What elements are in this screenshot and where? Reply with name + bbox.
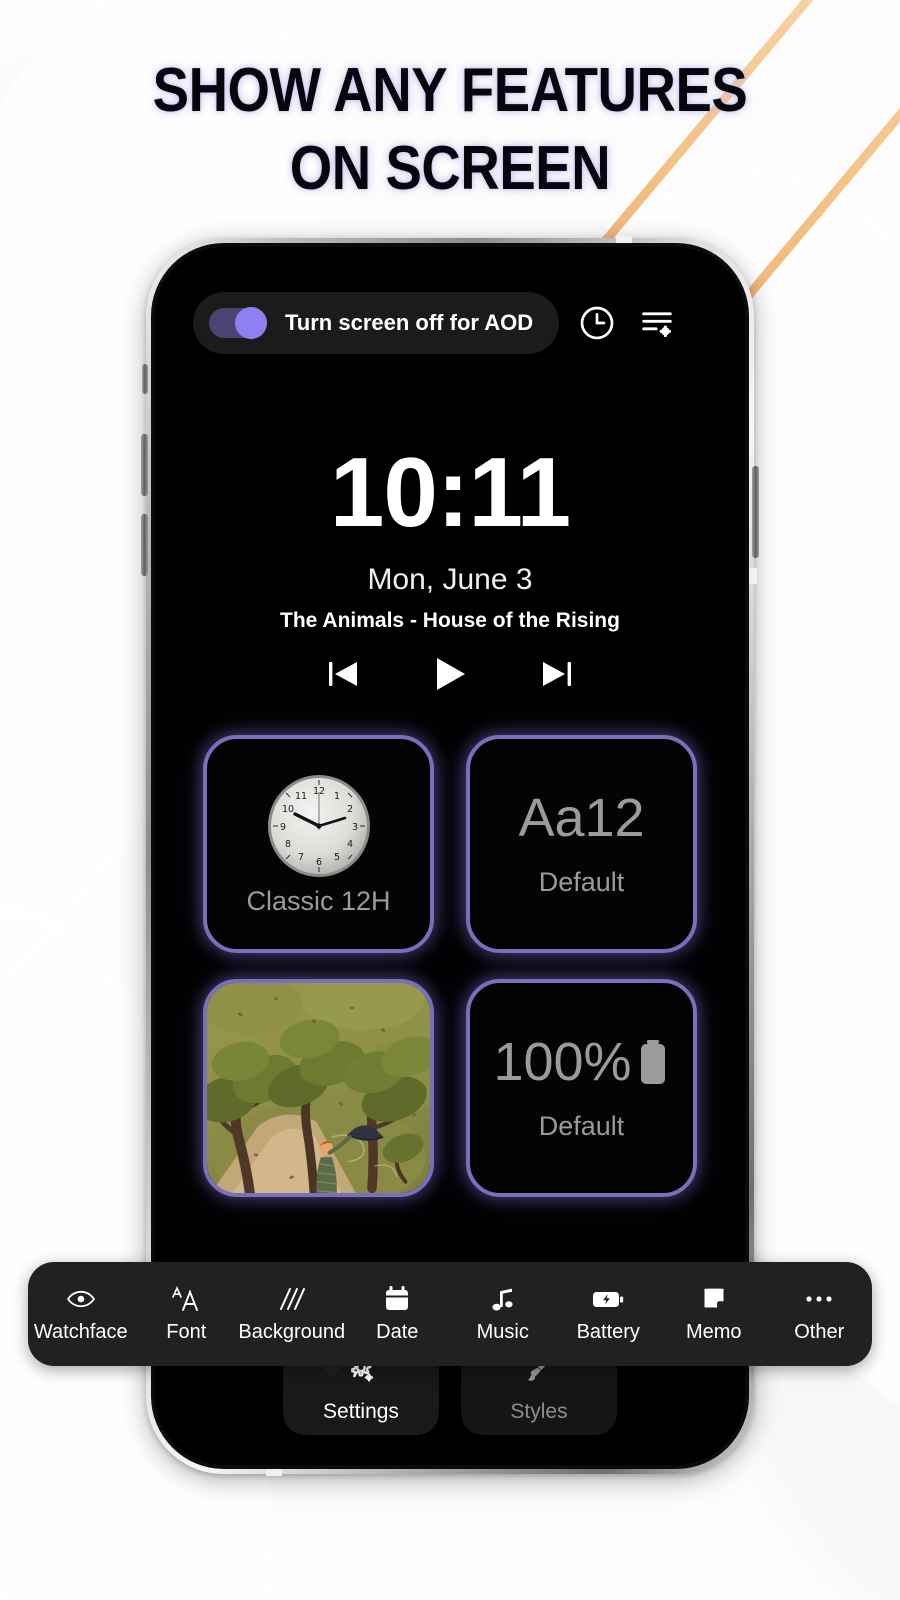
tab-settings-label: Settings	[323, 1399, 399, 1423]
feature-battery[interactable]: Battery	[556, 1284, 662, 1344]
svg-text:10: 10	[281, 804, 293, 815]
feature-date-label: Date	[376, 1321, 419, 1343]
skip-next-icon[interactable]	[532, 653, 580, 695]
volume-down-button[interactable]	[141, 514, 148, 576]
battery-readout: 100%	[493, 1035, 669, 1089]
feature-other-label: Other	[794, 1321, 845, 1343]
analog-clock-face-icon: 12 1 2 3 4 5 6 7 8 9 10 11	[265, 772, 373, 880]
background-illustration	[207, 983, 430, 1193]
feature-memo-label: Memo	[685, 1321, 742, 1343]
feature-music-label: Music	[476, 1321, 529, 1343]
svg-text:1: 1	[333, 791, 339, 802]
battery-card[interactable]: 100% Default	[466, 979, 697, 1197]
watchface-card[interactable]: 12 1 2 3 4 5 6 7 8 9 10 11 Classic 12H	[203, 735, 434, 953]
svg-text:8: 8	[284, 839, 290, 850]
font-card[interactable]: Aa12 Default	[466, 735, 697, 953]
power-button[interactable]	[752, 466, 759, 558]
play-icon[interactable]	[426, 653, 474, 695]
font-card-label: Default	[538, 866, 625, 897]
battery-icon	[636, 1038, 670, 1086]
tab-styles-label: Styles	[510, 1399, 568, 1423]
font-card-sample: Aa12	[518, 787, 645, 848]
svg-text:9: 9	[279, 822, 285, 833]
svg-text:5: 5	[333, 852, 339, 863]
music-track-title: The Animals - House of the Rising	[280, 609, 620, 632]
clock-time: 10:11	[329, 437, 571, 547]
svg-text:4: 4	[346, 839, 352, 850]
battery-bolt-icon	[592, 1284, 624, 1314]
eye-icon	[66, 1284, 96, 1314]
svg-text:6: 6	[315, 857, 321, 868]
feature-watchface-label: Watchface	[33, 1321, 128, 1343]
antenna-line	[266, 1468, 282, 1476]
background-card[interactable]	[203, 979, 434, 1197]
aod-toggle-switch[interactable]	[209, 307, 267, 339]
svg-text:11: 11	[294, 791, 306, 802]
feature-date[interactable]: Date	[345, 1284, 451, 1344]
feature-memo[interactable]: Memo	[661, 1284, 767, 1344]
feature-toolbar: Watchface Font Background Date Music Bat…	[28, 1262, 872, 1366]
sliders-settings-icon[interactable]	[635, 301, 679, 345]
ellipsis-icon	[804, 1284, 834, 1314]
headline-line-2: ON SCREEN	[289, 134, 611, 203]
toggle-knob	[235, 307, 267, 339]
hatch-lines-icon	[277, 1284, 307, 1314]
feature-background[interactable]: Background	[238, 1284, 346, 1344]
feature-font-label: Font	[166, 1321, 207, 1343]
feature-music[interactable]: Music	[450, 1284, 556, 1344]
music-note-icon	[490, 1284, 516, 1314]
battery-card-label: Default	[538, 1110, 625, 1141]
feature-other[interactable]: Other	[767, 1284, 873, 1344]
music-block: The Animals - House of the Rising	[155, 609, 745, 695]
mute-switch-button[interactable]	[142, 364, 148, 394]
clock-date: Mon, June 3	[367, 563, 533, 596]
memo-note-icon	[701, 1284, 727, 1314]
svg-text:3: 3	[351, 822, 357, 833]
font-aa-icon	[171, 1284, 201, 1314]
antenna-line	[749, 568, 757, 584]
aod-top-bar: Turn screen off for AOD	[193, 292, 717, 354]
svg-text:7: 7	[297, 852, 303, 863]
music-controls	[155, 653, 745, 695]
feature-font[interactable]: Font	[134, 1284, 240, 1344]
headline-line-1: SHOW ANY FEATURES	[152, 56, 748, 125]
feature-background-label: Background	[238, 1321, 346, 1343]
aod-toggle-row[interactable]: Turn screen off for AOD	[193, 292, 560, 354]
widget-card-grid: 12 1 2 3 4 5 6 7 8 9 10 11 Classic 12H A…	[203, 735, 697, 1197]
page-title: SHOW ANY FEATURES ON SCREEN	[54, 52, 846, 208]
clock-icon[interactable]	[575, 301, 619, 345]
calendar-icon	[384, 1284, 410, 1314]
feature-battery-label: Battery	[576, 1321, 640, 1343]
skip-previous-icon[interactable]	[320, 653, 368, 695]
svg-text:2: 2	[346, 804, 352, 815]
aod-toggle-label: Turn screen off for AOD	[285, 310, 534, 335]
feature-watchface[interactable]: Watchface	[28, 1284, 134, 1344]
aod-clock-block: 10:11 Mon, June 3	[155, 443, 745, 597]
battery-percent: 100%	[493, 1031, 632, 1092]
watchface-card-label: Classic 12H	[246, 885, 391, 916]
volume-up-button[interactable]	[141, 434, 148, 496]
